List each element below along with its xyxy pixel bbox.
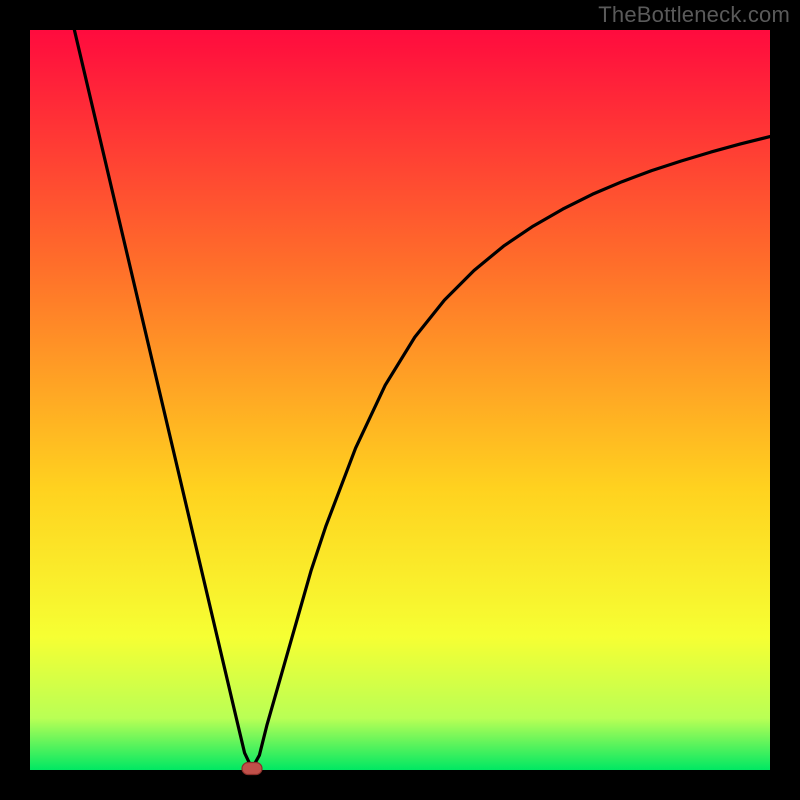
bottleneck-chart xyxy=(0,0,800,800)
watermark-text: TheBottleneck.com xyxy=(598,2,790,28)
chart-frame: TheBottleneck.com xyxy=(0,0,800,800)
minimum-marker xyxy=(242,763,262,775)
plot-background xyxy=(30,30,770,770)
